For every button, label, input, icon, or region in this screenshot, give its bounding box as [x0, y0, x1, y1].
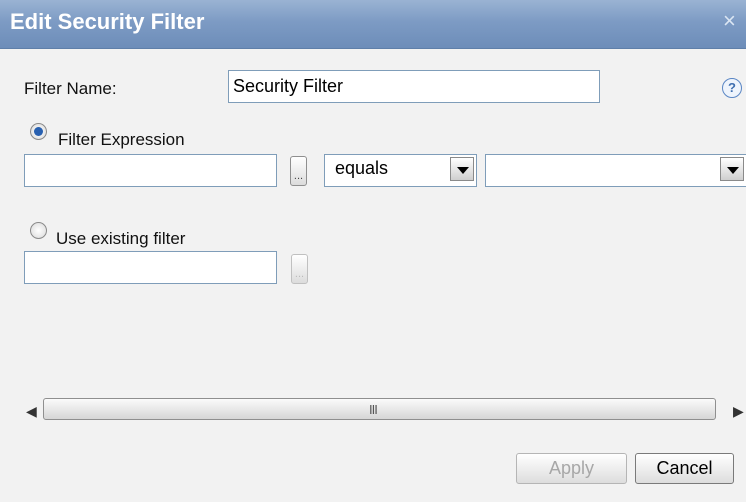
filter-name-label: Filter Name:: [24, 79, 117, 98]
close-icon[interactable]: ×: [723, 8, 736, 34]
chevron-down-icon[interactable]: [720, 157, 744, 181]
chevron-down-icon[interactable]: [450, 157, 474, 181]
existing-filter-input[interactable]: [24, 251, 277, 284]
filter-expression-radio[interactable]: [30, 123, 47, 140]
attribute-input[interactable]: [24, 154, 277, 187]
filter-expression-label: Filter Expression: [58, 130, 185, 149]
operator-value: equals: [335, 158, 389, 178]
attribute-browse-button[interactable]: ...: [290, 156, 307, 186]
existing-filter-browse-button[interactable]: ...: [291, 254, 308, 284]
dialog-title: Edit Security Filter: [10, 9, 205, 34]
use-existing-filter-label: Use existing filter: [56, 229, 186, 248]
scroll-left-arrow-icon[interactable]: ◀: [26, 403, 37, 420]
cancel-button[interactable]: Cancel: [635, 453, 734, 484]
filter-name-input[interactable]: [228, 70, 600, 103]
operator-select[interactable]: equals: [324, 154, 477, 187]
apply-button[interactable]: Apply: [516, 453, 627, 484]
radio-selected-dot: [34, 127, 43, 136]
scrollbar-thumb[interactable]: III: [43, 398, 716, 420]
horizontal-scrollbar[interactable]: ◀ III ▶: [0, 395, 746, 425]
use-existing-filter-radio[interactable]: [30, 222, 47, 239]
help-icon[interactable]: ?: [722, 78, 742, 98]
edit-security-filter-dialog: Edit Security Filter × Filter Name: ? Fi…: [0, 0, 746, 502]
scroll-right-arrow-icon[interactable]: ▶: [733, 403, 744, 420]
value-select[interactable]: [485, 154, 746, 187]
dialog-titlebar[interactable]: Edit Security Filter ×: [0, 0, 746, 49]
scrollbar-grip-icon: III: [369, 402, 378, 417]
